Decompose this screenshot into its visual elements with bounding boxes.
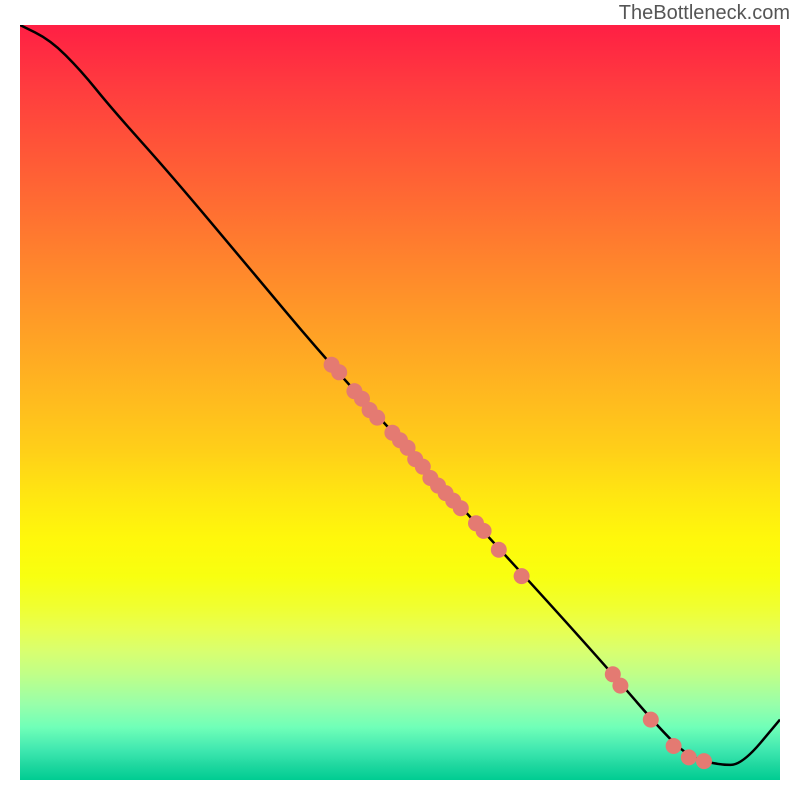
data-point — [476, 523, 492, 539]
data-point — [643, 712, 659, 728]
data-point — [369, 410, 385, 426]
data-point — [331, 364, 347, 380]
plot-area — [20, 25, 780, 780]
data-point — [681, 749, 697, 765]
data-point — [696, 753, 712, 769]
data-point — [666, 738, 682, 754]
data-point — [514, 568, 530, 584]
data-point — [453, 500, 469, 516]
scatter-points — [324, 357, 712, 769]
attribution-text: TheBottleneck.com — [619, 2, 790, 25]
data-point — [491, 542, 507, 558]
bottleneck-curve — [20, 25, 780, 765]
data-point — [612, 678, 628, 694]
chart-svg — [20, 25, 780, 780]
chart-container: TheBottleneck.com — [0, 0, 800, 800]
